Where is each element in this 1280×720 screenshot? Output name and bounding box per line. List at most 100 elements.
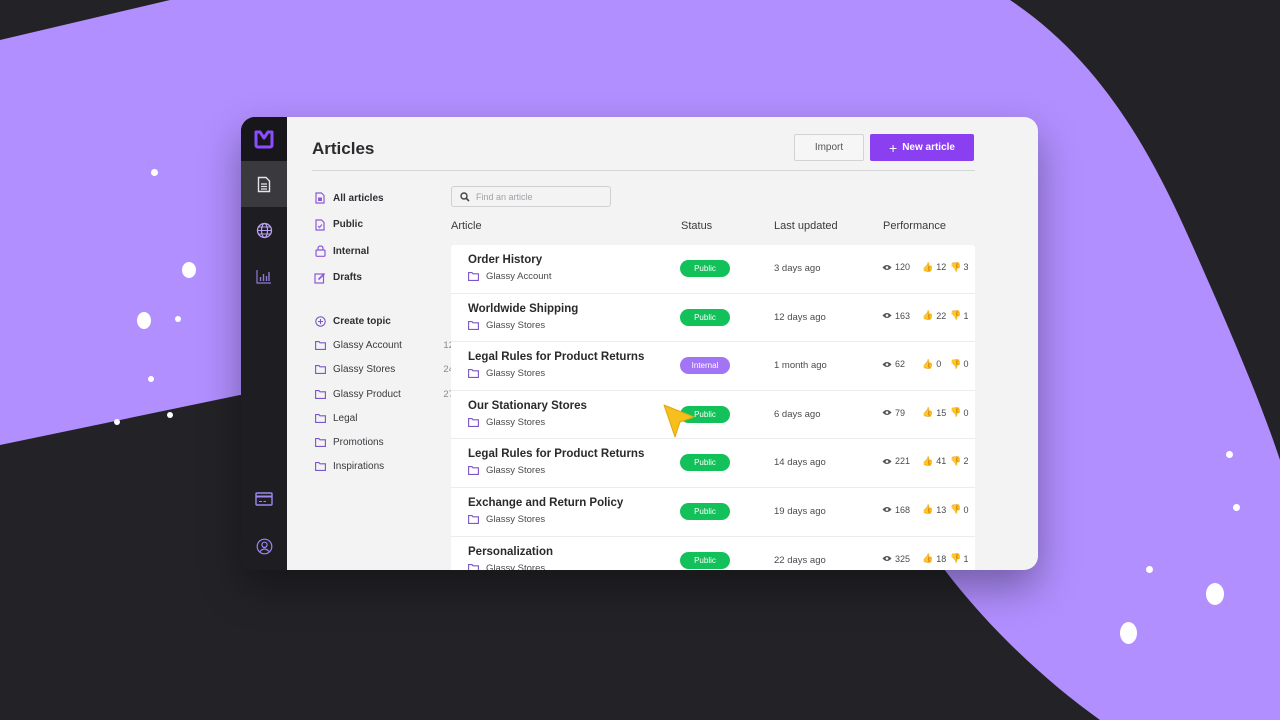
article-topic-name: Glassy Stores [486,513,546,525]
new-article-button[interactable]: + New article [870,134,974,161]
table-row[interactable]: Our Stationary Stores Glassy Stores Public… [451,391,975,440]
topic-glassy-product[interactable]: Glassy Product 27 [314,382,454,406]
table-row[interactable]: Order History Glassy Account Public 3 days … [451,245,975,294]
page-title: Articles [312,139,375,158]
article-title[interactable]: Legal Rules for Product Returns [468,448,644,460]
bg-dot [1146,566,1153,573]
performance-stats: 163 👍 22 👎 1 [882,311,968,321]
main-panel: Articles Import + New article All articl… [287,117,1038,570]
article-title[interactable]: Personalization [468,546,553,558]
folder-icon [468,272,479,281]
topic-promotions[interactable]: Promotions [314,430,454,454]
eye-icon [882,507,892,513]
performance-stats: 120 👍 12 👎 3 [882,262,968,272]
eye-icon [882,313,892,319]
thumbs-up-icon: 👍 [922,310,934,321]
folder-icon [314,412,326,424]
rail-analytics-button[interactable] [241,253,287,299]
article-topic: Glassy Stores [468,417,545,428]
edit-icon [314,272,326,284]
articles-table: Order History Glassy Account Public 3 days … [451,245,975,570]
article-topic-name: Glassy Stores [486,319,546,331]
topics-list: Create topic Glassy Account 12 Glassy St… [314,309,454,479]
views-count: 168 [895,504,911,515]
article-topic: Glassy Stores [468,514,545,525]
performance-stats: 168 👍 13 👎 0 [882,505,968,515]
plus-circle-icon [314,315,326,327]
filter-drafts[interactable]: Drafts [314,265,384,292]
folder-icon [468,466,479,476]
app-window: Articles Import + New article All articl… [241,117,1038,570]
rail-globe-button[interactable] [241,207,287,253]
article-title[interactable]: Legal Rules for Product Returns [468,351,644,363]
article-title[interactable]: Our Stationary Stores [468,400,587,412]
thumbs-down-icon: 👎 [950,553,962,564]
thumbs-up-icon: 👍 [922,455,934,466]
eye-icon [882,264,892,270]
bg-dot [1226,451,1233,458]
article-topic: Glassy Stores [468,563,545,570]
filter-all-articles[interactable]: All articles [314,185,384,212]
eye-icon [882,556,892,562]
new-article-label: New article [902,142,955,153]
article-topic: Glassy Stores [468,368,545,379]
folder-icon [468,515,479,524]
import-button[interactable]: Import [794,134,864,161]
article-filters: All articles Public Internal Drafts [314,185,384,291]
performance-stats: 221 👍 41 👎 2 [882,456,968,466]
status-badge: Public [680,502,730,520]
column-header-status[interactable]: Status [681,220,712,232]
last-updated: 6 days ago [774,408,821,420]
filter-internal[interactable]: Internal [314,238,384,265]
column-header-performance[interactable]: Performance [883,220,946,232]
thumbs-down-icon: 👎 [950,407,962,418]
article-topic-name: Glassy Stores [486,465,546,477]
thumbs-up-icon: 👍 [922,358,934,369]
likes-count: 15 [936,407,947,418]
dislikes-count: 0 [963,504,969,515]
search-input[interactable] [476,191,601,202]
column-header-article[interactable]: Article [451,220,482,232]
search-box[interactable] [451,186,611,207]
thumbs-down-icon: 👎 [950,504,962,515]
table-row[interactable]: Legal Rules for Product Returns Glassy St… [451,342,975,391]
create-topic-button[interactable]: Create topic [314,309,454,333]
dislikes-count: 1 [963,553,969,564]
article-title[interactable]: Worldwide Shipping [468,303,578,315]
views-count: 163 [895,310,911,321]
table-row[interactable]: Worldwide Shipping Glassy Stores Public 12 … [451,294,975,343]
last-updated: 1 month ago [774,360,827,372]
likes-count: 13 [936,504,947,515]
topic-inspirations[interactable]: Inspirations [314,455,454,479]
article-title[interactable]: Order History [468,254,542,266]
topic-glassy-stores[interactable]: Glassy Stores 24 [314,358,454,382]
topic-legal[interactable]: Legal [314,406,454,430]
last-updated: 12 days ago [774,311,826,323]
likes-count: 18 [936,553,947,564]
thumbs-up-icon: 👍 [922,504,934,515]
bg-dot [137,312,151,329]
rail-profile-button[interactable] [241,522,287,570]
table-row[interactable]: Exchange and Return Policy Glassy Stores P… [451,488,975,537]
article-title[interactable]: Exchange and Return Policy [468,497,623,509]
table-row[interactable]: Personalization Glassy Stores Public 22 day… [451,537,975,570]
public-doc-icon [314,219,326,231]
eye-icon [882,458,892,464]
app-logo-icon[interactable] [241,117,287,161]
folder-icon [314,461,326,473]
search-icon [460,191,470,202]
user-profile-icon [256,538,272,554]
column-header-last-updated[interactable]: Last updated [774,220,838,232]
table-row[interactable]: Legal Rules for Product Returns Glassy St… [451,439,975,488]
rail-billing-button[interactable] [241,476,287,522]
thumbs-down-icon: 👎 [950,261,962,272]
bg-dot [167,412,173,418]
rail-articles-button[interactable] [241,161,287,207]
filter-public[interactable]: Public [314,212,384,239]
folder-icon [314,339,326,351]
bg-dot [175,316,181,322]
bg-dot [114,419,120,425]
last-updated: 22 days ago [774,554,826,566]
views-count: 120 [895,262,911,272]
topic-glassy-account[interactable]: Glassy Account 12 [314,333,454,357]
